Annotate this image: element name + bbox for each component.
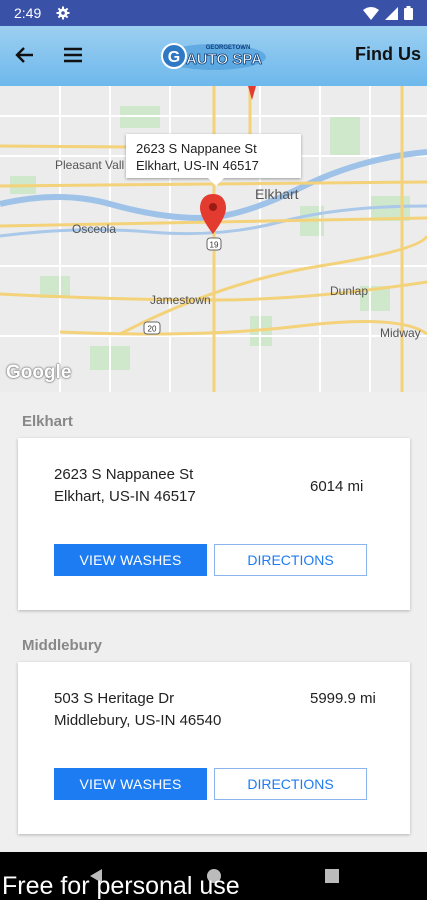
map-view[interactable]: 19 20 Pleasant Vall Elkhart Osceola Jame…: [0, 86, 427, 392]
status-bar: 2:49: [0, 0, 427, 26]
page-title: Find Us: [355, 44, 421, 64]
gear-icon: [56, 6, 70, 20]
map-info-window[interactable]: 2623 S Nappanee St Elkhart, US-IN 46517: [126, 134, 301, 186]
status-time: 2:49: [14, 5, 42, 21]
google-logo: Google: [6, 362, 72, 383]
directions-button[interactable]: DIRECTIONS: [214, 768, 367, 800]
location-distance: 6014 mi: [310, 478, 364, 495]
address-line1: 2623 S Nappanee St: [54, 466, 194, 483]
map-label-elkhart: Elkhart: [255, 186, 299, 202]
nav-recents-icon[interactable]: [324, 868, 340, 884]
location-distance: 5999.9 mi: [310, 690, 376, 707]
hamburger-menu-icon[interactable]: [60, 42, 86, 68]
address-line1: 503 S Heritage Dr: [54, 690, 175, 707]
location-address: 503 S Heritage Dr Middlebury, US-IN 4654…: [54, 688, 221, 732]
callout-line2: Elkhart, US-IN 46517: [136, 158, 259, 173]
map-label-pleasant-valley: Pleasant Vall: [55, 158, 125, 172]
wifi-icon: [363, 6, 379, 20]
svg-text:19: 19: [210, 241, 219, 250]
map-label-jamestown: Jamestown: [150, 293, 211, 307]
svg-text:G: G: [168, 49, 180, 66]
map-label-dunlap: Dunlap: [330, 284, 369, 298]
watermark: Free for personal use: [2, 872, 240, 900]
back-arrow-icon[interactable]: [12, 42, 38, 68]
location-card-middlebury: 503 S Heritage Dr Middlebury, US-IN 4654…: [18, 662, 410, 834]
section-title-middlebury: Middlebury: [22, 637, 103, 654]
auto-spa-logo: G GEORGETOWN AUTO SPA: [161, 43, 266, 70]
app-bar: G GEORGETOWN AUTO SPA Find Us: [0, 26, 427, 86]
view-washes-button[interactable]: VIEW WASHES: [54, 768, 207, 800]
directions-button[interactable]: DIRECTIONS: [214, 544, 367, 576]
map-label-osceola: Osceola: [72, 222, 117, 236]
address-line2: Middlebury, US-IN 46540: [54, 712, 222, 729]
view-washes-button[interactable]: VIEW WASHES: [54, 544, 207, 576]
location-card-elkhart: 2623 S Nappanee St Elkhart, US-IN 46517 …: [18, 438, 410, 610]
section-title-elkhart: Elkhart: [22, 413, 73, 430]
callout-line1: 2623 S Nappanee St: [136, 141, 257, 156]
logo-text: AUTO SPA: [186, 51, 262, 68]
address-line2: Elkhart, US-IN 46517: [54, 488, 196, 505]
location-address: 2623 S Nappanee St Elkhart, US-IN 46517: [54, 464, 196, 508]
svg-text:20: 20: [148, 325, 157, 334]
map-canvas: 19 20: [0, 86, 427, 392]
battery-icon: [404, 6, 413, 20]
map-label-midway: Midway: [380, 326, 421, 340]
signal-icon: [385, 6, 398, 20]
